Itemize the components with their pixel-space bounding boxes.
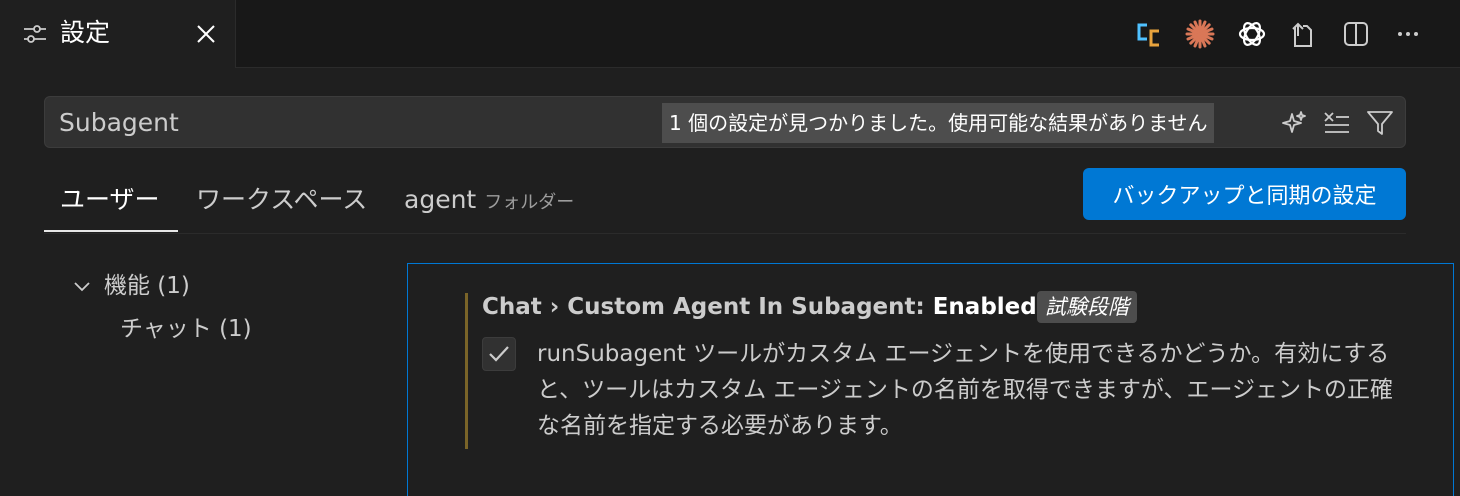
setting-checkbox[interactable] <box>482 337 516 371</box>
tab-folder-sublabel: フォルダー <box>484 192 575 213</box>
search-result-count: 1 個の設定が見つかりました。使用可能な結果がありません <box>662 103 1215 143</box>
modified-indicator <box>465 293 468 449</box>
tab-folder-agent[interactable]: agent フォルダー <box>404 180 574 220</box>
toc-item-chat[interactable]: チャット (1) <box>120 313 252 345</box>
active-tab-indicator <box>44 230 178 232</box>
setting-title-prefix: Chat › Custom Agent In Subagent: <box>482 294 933 320</box>
chevron-down-icon[interactable] <box>72 276 92 296</box>
setting-description: runSubagent ツールがカスタム エージェントを使用できるかどうか。有効… <box>537 341 1394 439</box>
settings-sliders-icon <box>24 25 46 43</box>
close-icon[interactable] <box>192 20 220 48</box>
tabs-divider <box>44 233 1406 234</box>
setting-title-value: Enabled <box>932 294 1037 320</box>
claude-icon[interactable] <box>1184 18 1216 50</box>
editor-tab-bar: 設定 <box>0 0 1460 68</box>
filter-icon[interactable] <box>1363 106 1397 140</box>
tab-folder-label: agent <box>404 185 477 214</box>
backup-sync-button[interactable]: バックアップと同期の設定 <box>1083 168 1406 220</box>
split-editor-icon[interactable] <box>1340 18 1372 50</box>
setting-title: Chat › Custom Agent In Subagent: Enabled <box>482 290 1037 324</box>
tab-workspace[interactable]: ワークスペース <box>196 180 367 220</box>
check-icon <box>489 346 509 362</box>
experimental-badge: 試験段階 <box>1037 291 1137 323</box>
openai-icon[interactable] <box>1236 18 1268 50</box>
more-actions-icon[interactable] <box>1392 18 1424 50</box>
clear-filter-icon[interactable] <box>1319 106 1353 140</box>
open-file-icon[interactable] <box>1286 18 1318 50</box>
copilot-compare-icon[interactable] <box>1132 18 1164 50</box>
settings-tab[interactable]: 設定 <box>0 0 236 68</box>
settings-search-box: 1 個の設定が見つかりました。使用可能な結果がありません <box>44 96 1406 148</box>
tab-title: 設定 <box>60 18 111 47</box>
tab-user[interactable]: ユーザー <box>60 180 160 220</box>
ai-search-icon[interactable] <box>1277 106 1311 140</box>
toc-group-features[interactable]: 機能 (1) <box>104 270 190 302</box>
search-input[interactable] <box>59 105 619 139</box>
